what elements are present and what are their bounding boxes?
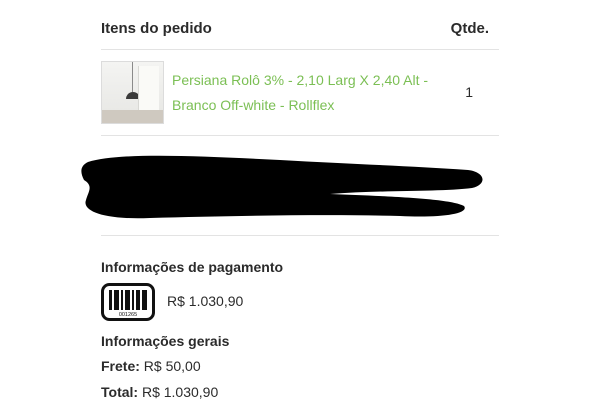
redaction-mark [81, 155, 483, 219]
order-items-header: Itens do pedido Qtde. [101, 20, 499, 42]
divider [101, 235, 499, 236]
order-items-title: Itens do pedido [101, 20, 212, 37]
product-quantity: 1 [465, 84, 473, 100]
general-info-title: Informações gerais [101, 333, 230, 349]
shipping-value: R$ 50,00 [143, 358, 201, 374]
shipping-label: Frete: [101, 358, 140, 374]
product-thumbnail[interactable] [101, 61, 164, 124]
boleto-barcode-icon: 001265 [101, 283, 155, 321]
boleto-code-text: 001265 [119, 312, 137, 318]
payment-amount: R$ 1.030,90 [167, 293, 244, 309]
quantity-column-header: Qtde. [450, 20, 489, 37]
product-name-link[interactable]: Persiana Rolô 3% - 2,10 Larg X 2,40 Alt … [172, 68, 452, 118]
divider [101, 135, 499, 136]
total-label: Total: [101, 384, 139, 400]
divider [101, 49, 499, 50]
total-line: Total: R$ 1.030,90 [101, 384, 218, 400]
shipping-line: Frete: R$ 50,00 [101, 358, 201, 374]
payment-info-title: Informações de pagamento [101, 259, 284, 275]
total-value: R$ 1.030,90 [141, 384, 219, 400]
order-item-row: Persiana Rolô 3% - 2,10 Larg X 2,40 Alt … [101, 52, 499, 132]
